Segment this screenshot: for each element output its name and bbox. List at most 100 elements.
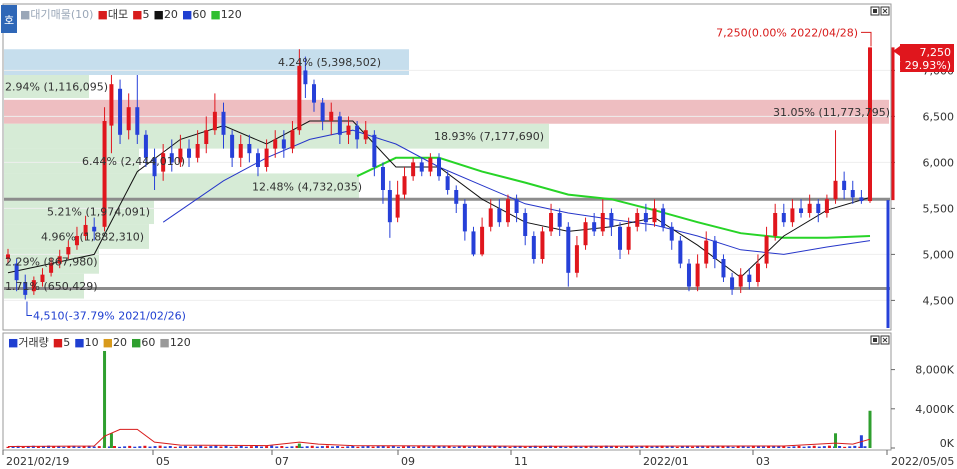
volume-bar [680, 446, 684, 448]
candle-body [281, 139, 286, 149]
legend-entry: 120 [170, 336, 191, 349]
volume-bar [787, 446, 791, 448]
volume-bar [417, 446, 421, 448]
time-tick-label: 11 [514, 455, 528, 468]
candle-body [566, 226, 571, 273]
candle-body [574, 245, 579, 273]
volume-bar [853, 445, 857, 448]
volume-bar [341, 446, 345, 448]
low-price-annotation: 4,510(-37.79% 2021/02/26) [33, 309, 186, 322]
volume-bar [579, 446, 583, 448]
volume-bar [300, 446, 304, 448]
volume-bar [427, 446, 431, 448]
candle-body [704, 240, 709, 264]
candle-body [643, 213, 648, 223]
volume-bar [863, 446, 867, 448]
volume-bar [163, 446, 167, 448]
candle-body [730, 277, 735, 290]
candle-body [842, 180, 847, 190]
volume-bar [843, 446, 847, 448]
volume-bar [153, 446, 157, 448]
volume-bar [594, 446, 598, 448]
current-price-tag: 7,250 ( 29.93%) [893, 44, 954, 72]
candle-body [549, 213, 554, 232]
volume-bar [178, 446, 182, 448]
volume-bar [199, 445, 203, 448]
volume-bar [442, 446, 446, 448]
volume-bar [838, 446, 842, 448]
volume-bar [168, 446, 172, 448]
volume-bar [746, 446, 750, 448]
volume-profile-label: 12.48% (4,732,035) [252, 180, 362, 193]
candle-body [297, 65, 302, 131]
legend-entry: 60 [141, 336, 155, 349]
candle-body [635, 213, 640, 227]
volume-profile-label: 31.05% (11,773,795) [773, 106, 890, 119]
volume-bar [219, 446, 223, 448]
time-axis: 2021/02/19 05 07 09 11 2022/01 03 2022/05/05 [2, 450, 954, 468]
stock-chart-window: 4.24% (5,398,502) 31.05% (11,773,795) 2.94… [0, 0, 957, 469]
candle-body [411, 162, 416, 177]
candle-body [372, 134, 377, 167]
candle-body [738, 274, 743, 287]
candle-body [859, 197, 864, 202]
volume-bar [665, 446, 669, 448]
time-tick-label: 2021/02/19 [6, 455, 69, 468]
legend-swatch: ■ [74, 336, 84, 349]
candle-body [402, 176, 407, 195]
candle-body [669, 226, 674, 241]
legend-swatch: ■ [103, 336, 113, 349]
volume-bar [103, 350, 107, 448]
volume-tick-label: 0K [940, 437, 955, 450]
volume-tick-label: 4,000K [915, 403, 954, 416]
volume-bar [109, 433, 113, 448]
candle-body [264, 148, 269, 167]
candle-body [126, 107, 131, 131]
candle-body [747, 274, 752, 282]
volume-bar [691, 446, 695, 448]
volume-bar [297, 443, 301, 448]
corner-badge-label: 호 [4, 14, 14, 27]
volume-bar [635, 446, 639, 448]
candle-body [247, 144, 252, 154]
volume-profile-label: 6.44% (2,444,010) [82, 155, 185, 168]
candle-body [592, 222, 597, 232]
price-tick-label: 5,000 [923, 248, 955, 261]
volume-bar [310, 445, 314, 448]
candle-body [118, 88, 123, 135]
corner-badge[interactable]: 호 [1, 5, 17, 33]
volume-profile-label: 5.21% (1,974,091) [47, 206, 150, 219]
candle-body [755, 263, 760, 282]
legend-swatch: ■ [159, 336, 169, 349]
time-tick-label: 2022/05/05 [891, 455, 954, 468]
volume-bar [320, 446, 324, 448]
legend-entry: 거래량 [18, 336, 48, 349]
volume-bar [731, 446, 735, 448]
candle-body [462, 203, 467, 232]
volume-bar [762, 446, 766, 448]
volume-bar [396, 446, 400, 448]
candle-body [790, 208, 795, 223]
volume-panel-frame [2, 332, 892, 451]
volume-bar [817, 446, 821, 448]
volume-bar [564, 446, 568, 448]
candle-body [609, 213, 614, 227]
volume-tick-label: 8,000K [915, 364, 954, 377]
candle-body [109, 84, 114, 126]
time-tick-label: 07 [275, 455, 289, 468]
candle-body [557, 213, 562, 227]
current-price-value: 7,250 [920, 46, 952, 59]
volume-bar [249, 446, 253, 448]
candle-body [290, 130, 295, 149]
volume-bar [133, 446, 137, 448]
candle-body [807, 203, 812, 213]
volume-bar [412, 446, 416, 448]
price-tick-label: 6,500 [923, 110, 955, 123]
candle-body [187, 148, 192, 158]
high-price-annotation: 7,250(0.00% 2022/04/28) [716, 26, 858, 39]
volume-axis: 0K 4,000K 8,000K [890, 333, 955, 450]
volume-bar [802, 446, 806, 448]
volume-bar [386, 446, 390, 448]
legend-swatch: ■ [97, 8, 107, 21]
volume-bar [239, 445, 243, 448]
